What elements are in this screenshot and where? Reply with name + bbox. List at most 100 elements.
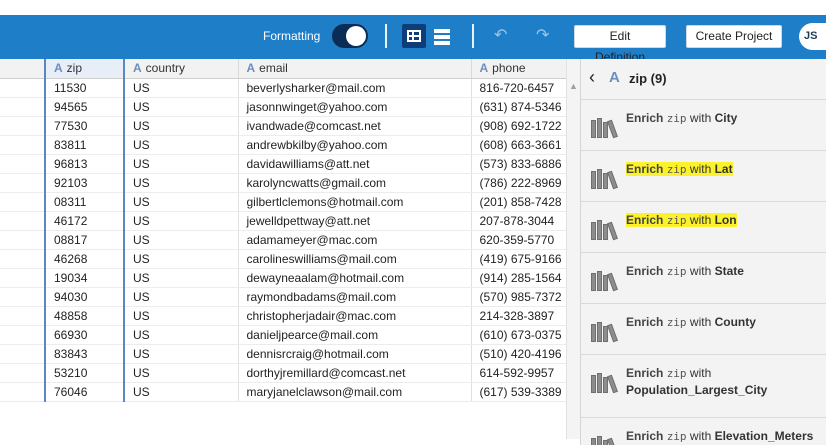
column-header-country[interactable]: Acountry	[124, 59, 239, 79]
cell-country[interactable]: US	[124, 344, 239, 364]
cell-zip[interactable]: 46172	[44, 211, 125, 231]
table-row[interactable]: 46172 US jewelldpettway@att.net 207-878-304…	[0, 211, 566, 231]
cell-zip[interactable]: 08311	[44, 192, 125, 212]
cell-email[interactable]: carolineswilliams@mail.com	[238, 249, 472, 269]
cell-zip[interactable]: 92103	[44, 173, 125, 193]
cell-email[interactable]: gilbertlclemons@hotmail.com	[238, 192, 472, 212]
table-row[interactable]: 46268 US carolineswilliams@mail.com (419) 6…	[0, 249, 566, 269]
table-row[interactable]: 08311 US gilbertlclemons@hotmail.com (201) …	[0, 192, 566, 212]
table-row[interactable]: 77530 US ivandwade@comcast.net (908) 692-17…	[0, 116, 566, 136]
table-row[interactable]: 11530 US beverlysharker@mail.com 816-720-64…	[0, 78, 566, 98]
cell-zip[interactable]: 66930	[44, 325, 125, 345]
table-row[interactable]: 48858 US christopherjadair@mac.com 214-328-…	[0, 306, 566, 326]
enrich-card-elevation-meters[interactable]: Enrich zip with Elevation_Meters	[581, 417, 826, 445]
cell-country[interactable]: US	[124, 325, 239, 345]
vertical-scrollbar[interactable]: ▲	[566, 59, 580, 439]
table-row[interactable]: 76046 US maryjanelclawson@mail.com (617) 53…	[0, 382, 566, 402]
edit-definition-button[interactable]: Edit Definition	[574, 25, 666, 64]
cell-phone[interactable]: (610) 673-0375	[471, 325, 566, 345]
cell-country[interactable]: US	[124, 211, 239, 231]
cell-country[interactable]: US	[124, 230, 239, 250]
cell-zip[interactable]: 11530	[44, 78, 125, 98]
cell-zip[interactable]: 94030	[44, 287, 125, 307]
grid-view-button[interactable]	[402, 24, 426, 48]
table-row[interactable]: 83843 US dennisrcraig@hotmail.com (510) 420…	[0, 344, 566, 364]
chevron-left-icon[interactable]: ‹	[589, 68, 595, 86]
table-row[interactable]: 53210 US dorthyjremillard@comcast.net 614-5…	[0, 363, 566, 383]
column-header-zip[interactable]: Azip	[44, 59, 125, 79]
cell-email[interactable]: raymondbadams@mail.com	[238, 287, 472, 307]
table-row[interactable]: 83811 US andrewbkilby@yahoo.com (608) 663-3…	[0, 135, 566, 155]
cell-email[interactable]: dennisrcraig@hotmail.com	[238, 344, 472, 364]
table-row[interactable]: 94030 US raymondbadams@mail.com (570) 985-7…	[0, 287, 566, 307]
cell-zip[interactable]: 19034	[44, 268, 125, 288]
enrich-card-county[interactable]: Enrich zip with County	[581, 303, 826, 353]
table-row[interactable]: 08817 US adamameyer@mac.com 620-359-5770	[0, 230, 566, 250]
cell-country[interactable]: US	[124, 135, 239, 155]
cell-phone[interactable]: (908) 692-1722	[471, 116, 566, 136]
redo-icon[interactable]: ↷	[536, 28, 549, 44]
cell-phone[interactable]: (570) 985-7372	[471, 287, 566, 307]
table-row[interactable]: 19034 US dewayneaalam@hotmail.com (914) 285…	[0, 268, 566, 288]
cell-phone[interactable]: (786) 222-8969	[471, 173, 566, 193]
cell-email[interactable]: christopherjadair@mac.com	[238, 306, 472, 326]
cell-country[interactable]: US	[124, 173, 239, 193]
cell-zip[interactable]: 46268	[44, 249, 125, 269]
cell-email[interactable]: ivandwade@comcast.net	[238, 116, 472, 136]
cell-country[interactable]: US	[124, 249, 239, 269]
cell-phone[interactable]: (617) 539-3389	[471, 382, 566, 402]
cell-zip[interactable]: 76046	[44, 382, 125, 402]
cell-email[interactable]: beverlysharker@mail.com	[238, 78, 472, 98]
cell-zip[interactable]: 94565	[44, 97, 125, 117]
cell-phone[interactable]: (201) 858-7428	[471, 192, 566, 212]
cell-phone[interactable]: 620-359-5770	[471, 230, 566, 250]
cell-email[interactable]: andrewbkilby@yahoo.com	[238, 135, 472, 155]
enrich-card-city[interactable]: Enrich zip with City	[581, 99, 826, 149]
column-header-email[interactable]: Aemail	[238, 59, 472, 79]
cell-country[interactable]: US	[124, 287, 239, 307]
table-row[interactable]: 92103 US karolyncwatts@gmail.com (786) 222-…	[0, 173, 566, 193]
avatar[interactable]: JS	[799, 23, 826, 50]
cell-email[interactable]: karolyncwatts@gmail.com	[238, 173, 472, 193]
cell-country[interactable]: US	[124, 97, 239, 117]
cell-country[interactable]: US	[124, 192, 239, 212]
enrich-card-lon[interactable]: Enrich zip with Lon	[581, 201, 826, 251]
table-row[interactable]: 66930 US danieljpearce@mail.com (610) 673-0…	[0, 325, 566, 345]
enrich-card-state[interactable]: Enrich zip with State	[581, 252, 826, 302]
cell-zip[interactable]: 53210	[44, 363, 125, 383]
cell-phone[interactable]: (914) 285-1564	[471, 268, 566, 288]
cell-phone[interactable]: 816-720-6457	[471, 78, 566, 98]
table-row[interactable]: 94565 US jasonnwinget@yahoo.com (631) 874-5…	[0, 97, 566, 117]
cell-zip[interactable]: 96813	[44, 154, 125, 174]
cell-country[interactable]: US	[124, 382, 239, 402]
cell-phone[interactable]: (510) 420-4196	[471, 344, 566, 364]
cell-phone[interactable]: 614-592-9957	[471, 363, 566, 383]
enrich-card-population-largest-city[interactable]: Enrich zip with Population_Largest_City	[581, 354, 826, 404]
cell-country[interactable]: US	[124, 154, 239, 174]
list-view-button[interactable]	[431, 24, 453, 48]
column-header-phone[interactable]: Aphone	[471, 59, 566, 79]
cell-email[interactable]: davidawilliams@att.net	[238, 154, 472, 174]
cell-country[interactable]: US	[124, 268, 239, 288]
cell-phone[interactable]: 207-878-3044	[471, 211, 566, 231]
cell-country[interactable]: US	[124, 363, 239, 383]
cell-email[interactable]: dewayneaalam@hotmail.com	[238, 268, 472, 288]
enrich-card-lat[interactable]: Enrich zip with Lat	[581, 150, 826, 200]
scroll-up-icon[interactable]: ▲	[569, 81, 578, 91]
cell-country[interactable]: US	[124, 78, 239, 98]
cell-email[interactable]: jewelldpettway@att.net	[238, 211, 472, 231]
cell-country[interactable]: US	[124, 116, 239, 136]
cell-email[interactable]: danieljpearce@mail.com	[238, 325, 472, 345]
cell-email[interactable]: jasonnwinget@yahoo.com	[238, 97, 472, 117]
undo-icon[interactable]: ↶	[494, 28, 507, 44]
cell-zip[interactable]: 08817	[44, 230, 125, 250]
cell-zip[interactable]: 83843	[44, 344, 125, 364]
table-row[interactable]: 96813 US davidawilliams@att.net (573) 833-6…	[0, 154, 566, 174]
cell-phone[interactable]: (608) 663-3661	[471, 135, 566, 155]
cell-zip[interactable]: 48858	[44, 306, 125, 326]
cell-phone[interactable]: (419) 675-9166	[471, 249, 566, 269]
cell-phone[interactable]: (573) 833-6886	[471, 154, 566, 174]
cell-zip[interactable]: 77530	[44, 116, 125, 136]
cell-zip[interactable]: 83811	[44, 135, 125, 155]
cell-phone[interactable]: (631) 874-5346	[471, 97, 566, 117]
